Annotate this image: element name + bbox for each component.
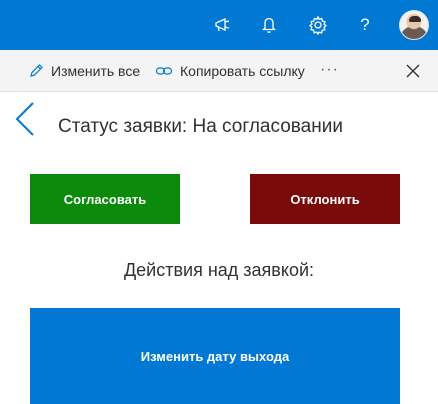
edit-all-label: Изменить все xyxy=(51,62,141,79)
more-options-button[interactable]: ··· xyxy=(320,61,339,79)
back-chevron-icon[interactable] xyxy=(14,101,36,137)
close-icon[interactable] xyxy=(405,63,421,79)
edit-all-button[interactable]: Изменить все xyxy=(28,50,140,91)
reject-button[interactable]: Отклонить xyxy=(250,174,400,224)
change-exit-date-button[interactable]: Изменить дату выхода xyxy=(30,308,400,404)
gear-icon[interactable] xyxy=(306,13,330,37)
copy-link-label: Копировать ссылку xyxy=(180,62,305,79)
help-icon[interactable]: ? xyxy=(353,13,377,37)
approve-button[interactable]: Согласовать xyxy=(30,174,180,224)
copy-link-button[interactable]: Копировать ссылку xyxy=(155,50,305,91)
top-bar: ? xyxy=(0,0,438,50)
pencil-icon xyxy=(30,63,43,77)
request-status: Статус заявки: На согласовании xyxy=(58,116,343,137)
link-icon xyxy=(155,66,173,75)
avatar[interactable] xyxy=(399,10,429,40)
megaphone-icon[interactable] xyxy=(211,13,235,37)
command-bar: Изменить все Копировать ссылку ··· xyxy=(0,50,438,92)
bell-icon[interactable] xyxy=(257,13,281,37)
actions-heading: Действия над заявкой: xyxy=(123,260,315,280)
